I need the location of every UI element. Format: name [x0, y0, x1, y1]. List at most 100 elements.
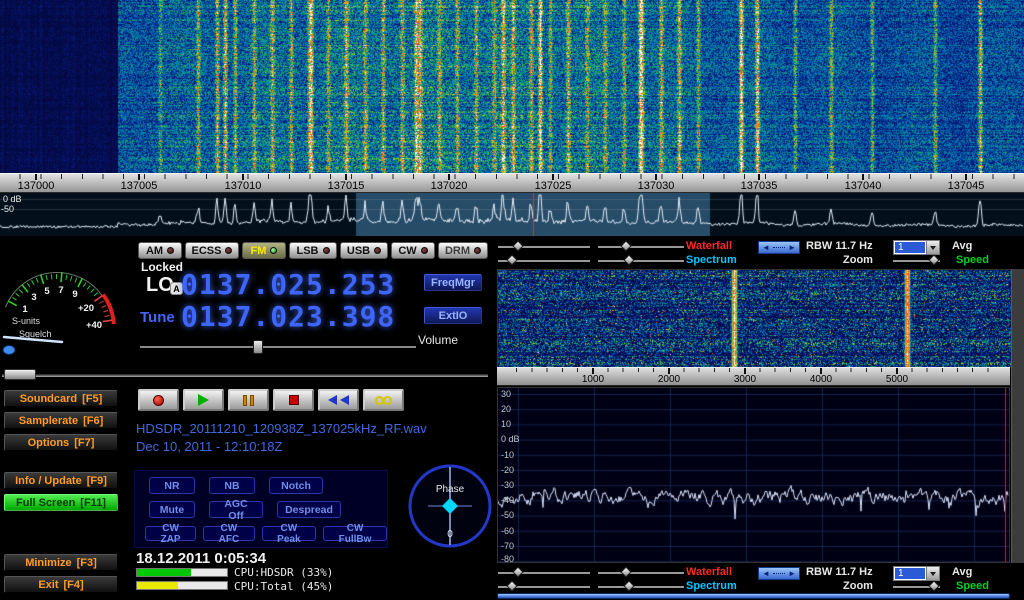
spectrum-label[interactable]: Spectrum — [686, 254, 737, 266]
info-update-button[interactable]: Info / Update[F9] — [4, 472, 118, 489]
wf-brightness-slider[interactable] — [498, 246, 590, 248]
rf-spectrum-canvas[interactable] — [498, 388, 1009, 562]
avg-value: 1 — [895, 242, 925, 253]
mode-lsb[interactable]: LSB — [289, 242, 337, 259]
extio-button[interactable]: ExtIO — [424, 307, 482, 324]
zoom-slider[interactable] — [893, 260, 940, 262]
mode-fm[interactable]: FM — [242, 242, 286, 259]
cw-afc-button[interactable]: CW AFC — [203, 526, 254, 541]
slider-handle[interactable] — [623, 254, 634, 265]
pause-button[interactable] — [228, 389, 269, 411]
volume-handle[interactable] — [253, 340, 263, 354]
arrow-left-icon[interactable]: ◄ — [762, 568, 770, 579]
phase-value: 0 — [447, 529, 453, 540]
mute-button[interactable]: Mute — [149, 501, 195, 518]
wf-brightness-slider-2[interactable] — [498, 572, 590, 574]
zoom-label: Zoom — [843, 254, 873, 266]
slider-handle[interactable] — [512, 240, 523, 251]
main-spectrum-canvas[interactable] — [0, 193, 1024, 236]
lo-frequency-display[interactable]: 0137.025.253 — [181, 270, 395, 300]
combo-arrow-icon[interactable] — [926, 241, 939, 254]
spec-offset-slider-2[interactable] — [598, 586, 684, 588]
waterfall-label-2[interactable]: Waterfall — [686, 566, 732, 578]
pan-scrollbar[interactable] — [497, 593, 1010, 599]
avg-select-2[interactable]: 1 — [893, 566, 940, 581]
spec-offset-slider[interactable] — [598, 260, 684, 262]
avg-label-2: Avg — [952, 566, 972, 578]
freq-label: 4000 — [799, 374, 843, 385]
band-position-slider[interactable] — [2, 373, 488, 377]
cpu-hdsdr-text: CPU:HDSDR (33%) — [234, 566, 333, 579]
options-button[interactable]: Options[F7] — [4, 434, 118, 451]
shift-arrows-2[interactable]: ◄► — [758, 567, 800, 580]
spectrum-label-2[interactable]: Spectrum — [686, 580, 737, 592]
rewind-button[interactable] — [318, 389, 359, 411]
main-spectrum-display[interactable]: 0 dB -50 — [0, 193, 1024, 236]
mode-usb[interactable]: USB — [340, 242, 388, 259]
exit-button[interactable]: Exit[F4] — [4, 576, 118, 593]
mode-drm[interactable]: DRM — [438, 242, 488, 259]
slider-handle[interactable] — [928, 254, 939, 265]
play-button[interactable] — [183, 389, 224, 411]
freqmgr-button[interactable]: FreqMgr — [424, 274, 482, 291]
rf-waterfall-display[interactable] — [497, 269, 1012, 368]
db-label: 30 — [501, 389, 511, 399]
agc-button[interactable]: AGC Off — [209, 501, 263, 518]
slider-handle[interactable] — [620, 566, 631, 577]
freq-label: 137045 — [941, 180, 991, 192]
slider-handle[interactable] — [506, 254, 517, 265]
led-icon — [225, 247, 232, 254]
arrow-right-icon[interactable]: ► — [788, 242, 796, 253]
tune-frequency-display[interactable]: 0137.023.398 — [181, 302, 395, 332]
arrow-right-icon[interactable]: ► — [788, 568, 796, 579]
rf-frequency-scale[interactable]: 1000 2000 3000 4000 5000 — [497, 367, 1010, 386]
slider-handle[interactable] — [506, 580, 517, 591]
mode-ecss[interactable]: ECSS — [185, 242, 239, 259]
slider-handle[interactable] — [928, 580, 939, 591]
freq-label: 5000 — [875, 374, 919, 385]
dsp-panel: NR NB Notch Mute AGC Off Despread CW ZAP… — [134, 470, 388, 548]
rf-spectrum-display[interactable]: 30 20 10 0 dB -10 -20 -30 -40 -50 -60 -7… — [497, 387, 1010, 563]
loop-button[interactable] — [363, 389, 404, 411]
slider-handle[interactable] — [512, 566, 523, 577]
stop-button[interactable] — [273, 389, 314, 411]
arrow-left-icon[interactable]: ◄ — [762, 242, 770, 253]
combo-arrow-icon[interactable] — [926, 567, 939, 580]
nb-button[interactable]: NB — [209, 477, 255, 494]
pause-icon — [243, 395, 247, 406]
cw-fullbw-button[interactable]: CW FullBw — [323, 526, 387, 541]
record-button[interactable] — [138, 389, 179, 411]
waterfall-controls-bottom: Waterfall ◄► RBW 11.7 Hz 1 Avg Spectrum … — [495, 565, 1024, 593]
nr-button[interactable]: NR — [149, 477, 195, 494]
notch-button[interactable]: Notch — [269, 477, 323, 494]
slider-handle[interactable] — [623, 580, 634, 591]
wf-contrast-slider-2[interactable] — [598, 572, 684, 574]
main-waterfall-display[interactable] — [0, 0, 1024, 173]
tune-label: Tune — [140, 309, 175, 326]
led-icon — [374, 247, 381, 254]
soundcard-button[interactable]: Soundcard[F5] — [4, 390, 118, 407]
volume-slider[interactable] — [140, 346, 416, 349]
squelch-knob[interactable] — [3, 346, 15, 355]
cw-peak-button[interactable]: CW Peak — [262, 526, 317, 541]
mode-cw[interactable]: CW — [391, 242, 435, 259]
meter-tick-label: 3 — [31, 292, 36, 303]
wf-contrast-slider[interactable] — [598, 246, 684, 248]
spec-range-slider-2[interactable] — [498, 586, 590, 588]
shift-arrows[interactable]: ◄► — [758, 241, 800, 254]
slider-handle[interactable] — [620, 240, 631, 251]
mode-am[interactable]: AM — [138, 242, 182, 259]
cpu-hdsdr-bar — [136, 568, 228, 577]
main-frequency-scale[interactable]: 137000 137005 137010 137015 137020 13702… — [0, 173, 1024, 193]
band-position-handle[interactable] — [4, 369, 36, 380]
waterfall-label[interactable]: Waterfall — [686, 240, 732, 252]
samplerate-button[interactable]: Samplerate[F6] — [4, 412, 118, 429]
minimize-button[interactable]: Minimize[F3] — [4, 554, 118, 571]
avg-select[interactable]: 1 — [893, 240, 940, 255]
cw-zap-button[interactable]: CW ZAP — [145, 526, 196, 541]
despread-button[interactable]: Despread — [277, 501, 341, 518]
fullscreen-button[interactable]: Full Screen[F11] — [4, 494, 118, 511]
freq-label: 137010 — [218, 180, 268, 192]
spec-range-slider[interactable] — [498, 260, 590, 262]
zoom-slider-2[interactable] — [893, 586, 940, 588]
